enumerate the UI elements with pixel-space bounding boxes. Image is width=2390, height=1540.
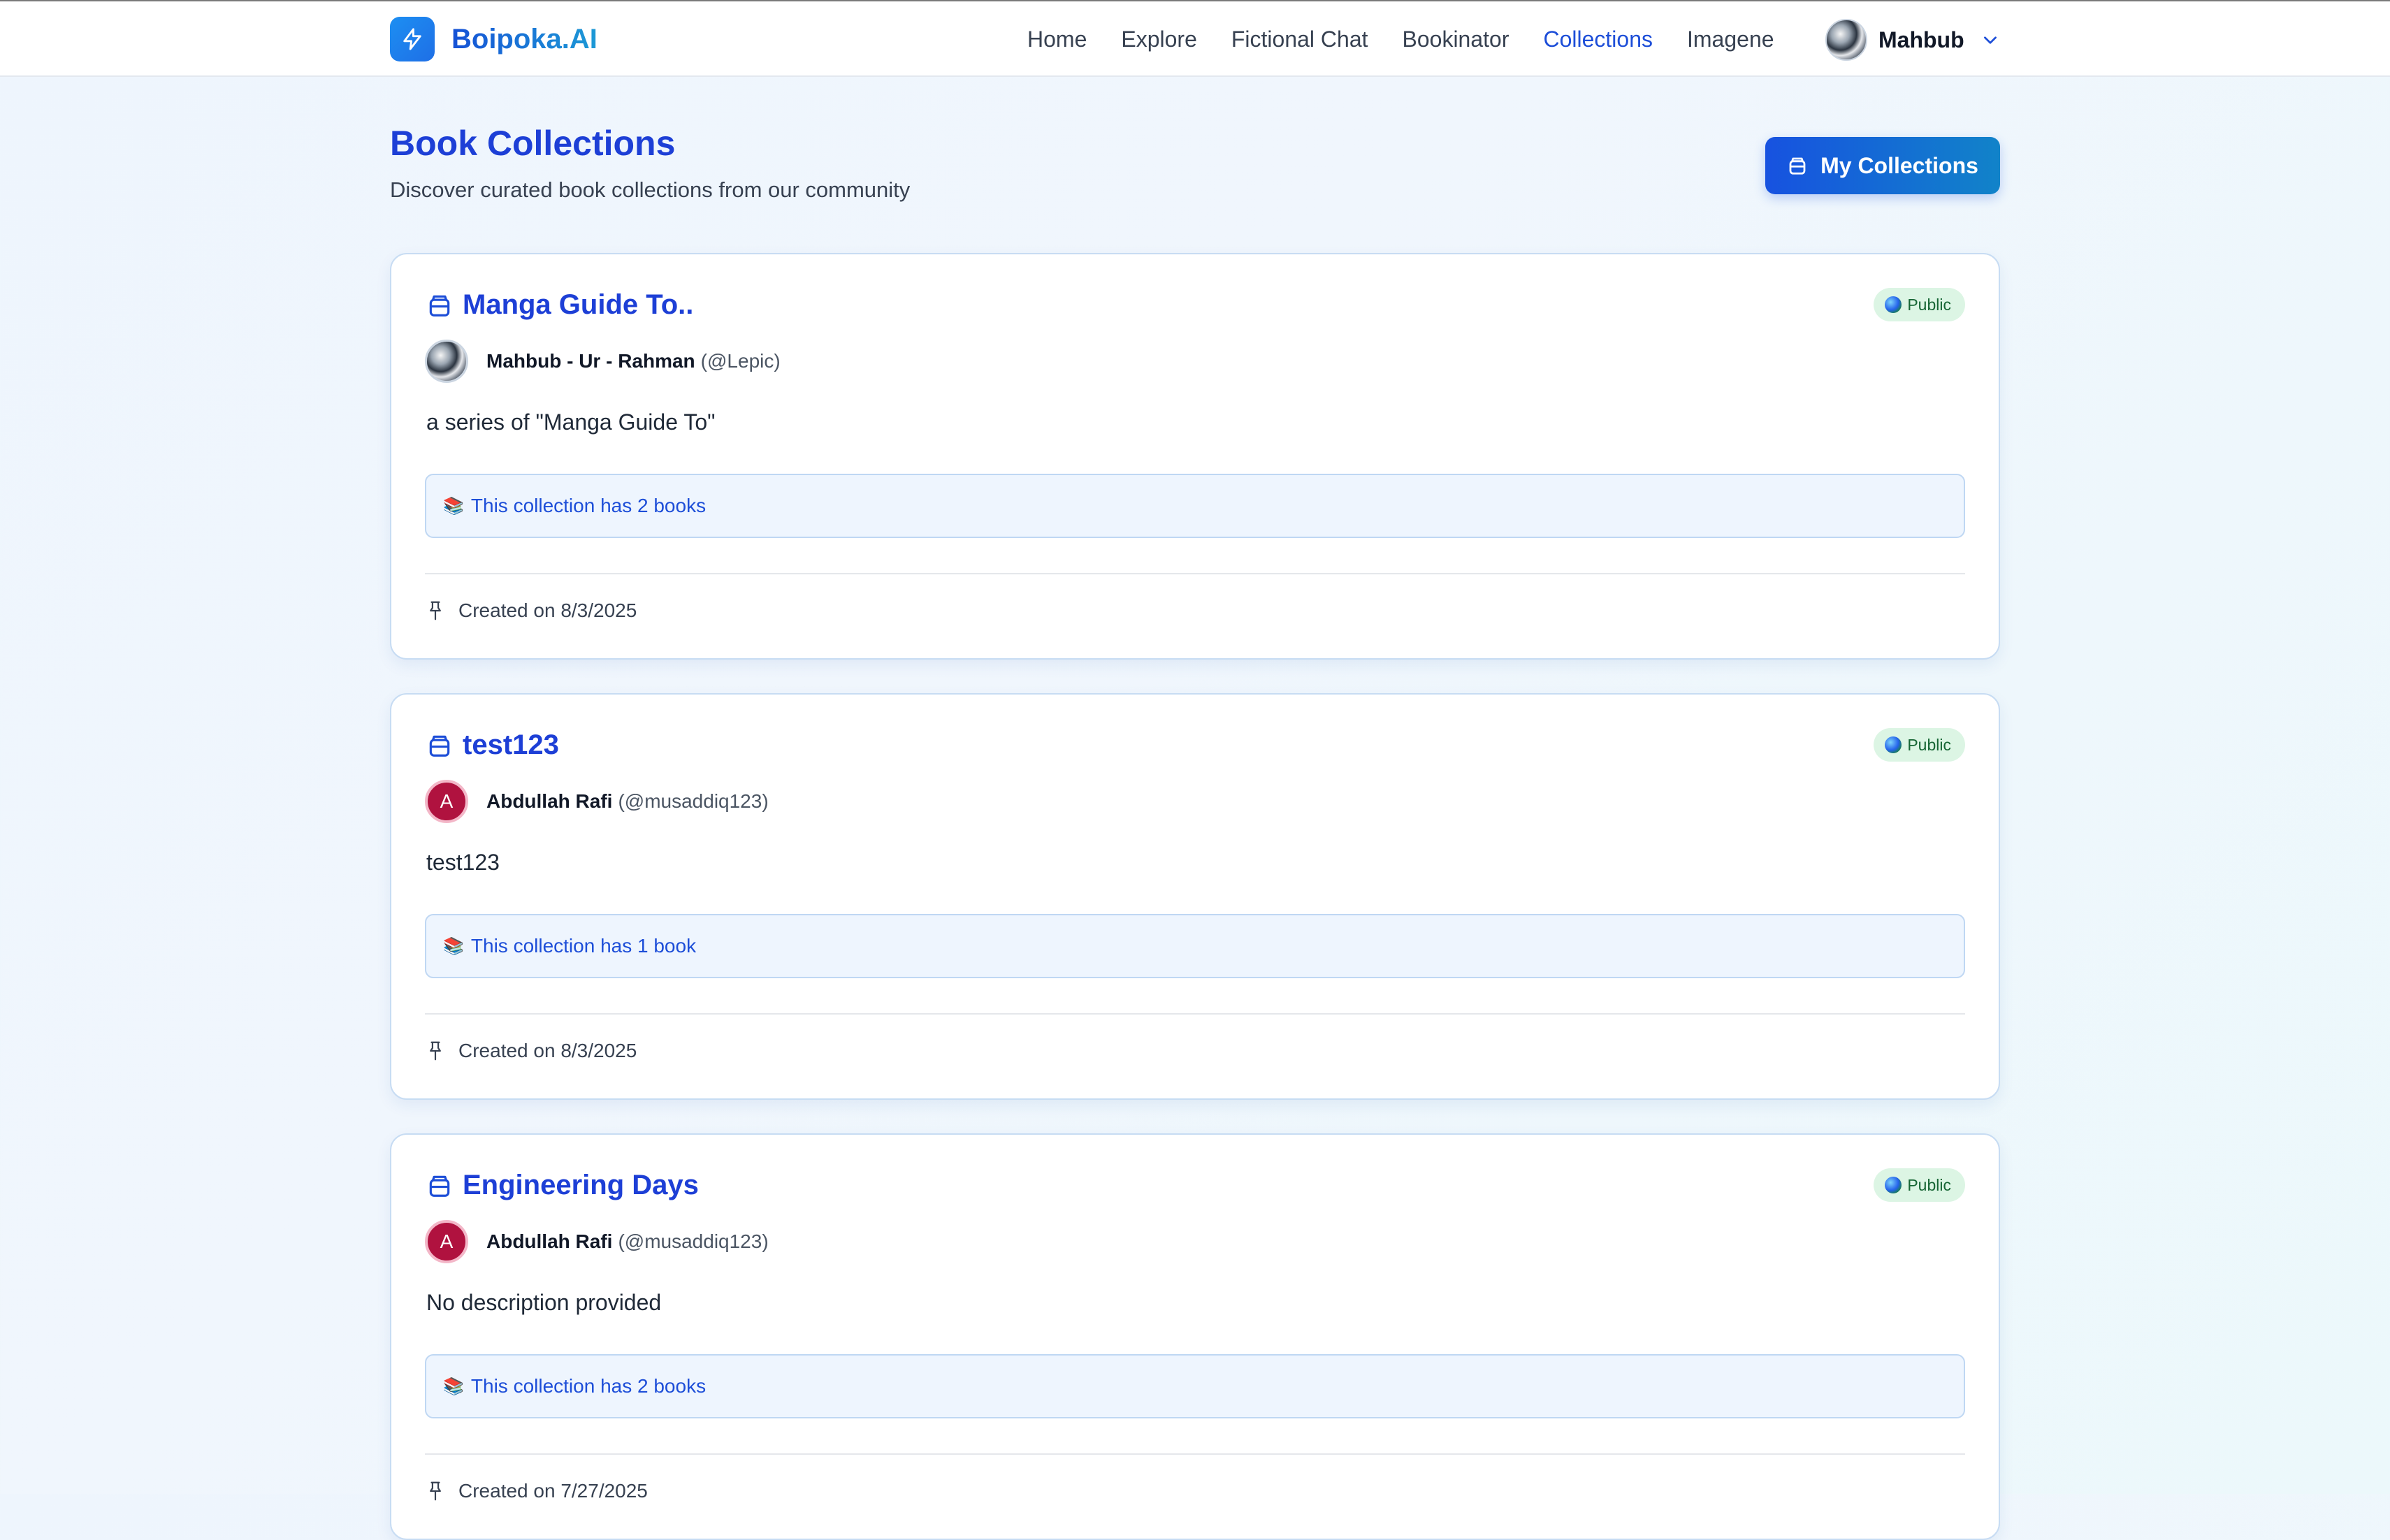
author-handle: (@musaddiq123) (618, 1230, 769, 1252)
author-handle: (@Lepic) (700, 350, 781, 372)
lightning-icon (390, 17, 435, 61)
author-name: Mahbub - Ur - Rahman (486, 350, 695, 372)
brand[interactable]: Boipoka.AI (390, 17, 598, 61)
archive-icon (429, 735, 450, 757)
books-icon: 📚 (443, 936, 464, 956)
created-date: Created on 8/3/2025 (458, 600, 637, 621)
book-count-text: This collection has 2 books (470, 1375, 707, 1397)
nav-item-explore[interactable]: Explore (1121, 27, 1197, 52)
collection-description: No description provided (426, 1290, 662, 1315)
user-menu[interactable]: Mahbub (1825, 18, 1999, 61)
nav-item-bookinator[interactable]: Bookinator (1403, 27, 1509, 52)
collection-card[interactable]: Engineering Days Public A Abdullah Rafi … (390, 1133, 2000, 1540)
status-badge-label: Public (1907, 295, 1951, 314)
top-navbar: Boipoka.AI Home Explore Fictional Chat B… (0, 0, 2390, 77)
main-nav: Home Explore Fictional Chat Bookinator C… (1027, 17, 1809, 61)
books-icon: 📚 (443, 1376, 464, 1396)
created-row: Created on 8/3/2025 (428, 1040, 637, 1062)
books-icon: 📚 (443, 496, 464, 516)
card-title-row: test123 (426, 729, 559, 761)
author-row: A Abdullah Rafi (@musaddiq123) (425, 1220, 769, 1263)
divider (425, 1013, 1965, 1015)
collection-title[interactable]: test123 (463, 729, 559, 761)
status-badge: Public (1874, 288, 1965, 321)
created-date: Created on 7/27/2025 (458, 1480, 648, 1502)
author-row: Mahbub - Ur - Rahman (@Lepic) (425, 340, 781, 383)
globe-icon (1885, 296, 1902, 313)
nav-item-imagene[interactable]: Imagene (1687, 27, 1774, 52)
chevron-down-icon (1983, 36, 1997, 44)
status-badge-label: Public (1907, 735, 1951, 754)
book-count-box: 📚 This collection has 1 book (425, 914, 1965, 978)
nav-item-home[interactable]: Home (1027, 27, 1087, 52)
my-collections-label: My Collections (1820, 152, 1978, 178)
nav-item-collections[interactable]: Collections (1543, 27, 1653, 52)
user-name: Mahbub (1878, 27, 1964, 52)
page-subtitle: Discover curated book collections from o… (390, 177, 911, 202)
archive-icon (429, 295, 450, 317)
created-row: Created on 8/3/2025 (428, 600, 637, 622)
brand-name: Boipoka.AI (451, 23, 598, 55)
divider (425, 1453, 1965, 1455)
book-count-box: 📚 This collection has 2 books (425, 1354, 1965, 1418)
author-name: Abdullah Rafi (486, 790, 613, 812)
archive-icon (429, 1175, 450, 1197)
collection-description: a series of "Manga Guide To" (426, 409, 716, 435)
collection-card[interactable]: test123 Public A Abdullah Rafi (@musaddi… (390, 693, 2000, 1100)
globe-icon (1885, 1177, 1902, 1193)
author-handle: (@musaddiq123) (618, 790, 769, 812)
my-collections-button[interactable]: My Collections (1765, 137, 2000, 194)
avatar (1825, 19, 1867, 61)
collection-card[interactable]: Manga Guide To.. Public Mahbub - Ur - Ra… (390, 253, 2000, 660)
avatar: A (425, 1220, 468, 1263)
book-count-box: 📚 This collection has 2 books (425, 474, 1965, 538)
card-title-row: Engineering Days (426, 1170, 699, 1201)
pin-icon (430, 601, 441, 620)
collection-title[interactable]: Manga Guide To.. (463, 289, 693, 321)
collection-title[interactable]: Engineering Days (463, 1170, 699, 1201)
status-badge: Public (1874, 728, 1965, 762)
avatar (425, 340, 468, 383)
avatar: A (425, 780, 468, 823)
pin-icon (430, 1041, 441, 1061)
book-count-text: This collection has 1 book (470, 935, 697, 957)
book-count-text: This collection has 2 books (470, 495, 707, 516)
nav-item-fictional-chat[interactable]: Fictional Chat (1231, 27, 1368, 52)
page-title: Book Collections (390, 124, 676, 163)
card-title-row: Manga Guide To.. (426, 289, 693, 321)
author-row: A Abdullah Rafi (@musaddiq123) (425, 780, 769, 823)
archive-icon (1789, 157, 1806, 175)
author-name: Abdullah Rafi (486, 1230, 613, 1252)
divider (425, 573, 1965, 574)
pin-icon (430, 1481, 441, 1501)
created-date: Created on 8/3/2025 (458, 1040, 637, 1061)
globe-icon (1885, 736, 1902, 753)
status-badge-label: Public (1907, 1175, 1951, 1194)
collection-description: test123 (426, 850, 500, 875)
created-row: Created on 7/27/2025 (428, 1480, 648, 1502)
status-badge: Public (1874, 1168, 1965, 1202)
